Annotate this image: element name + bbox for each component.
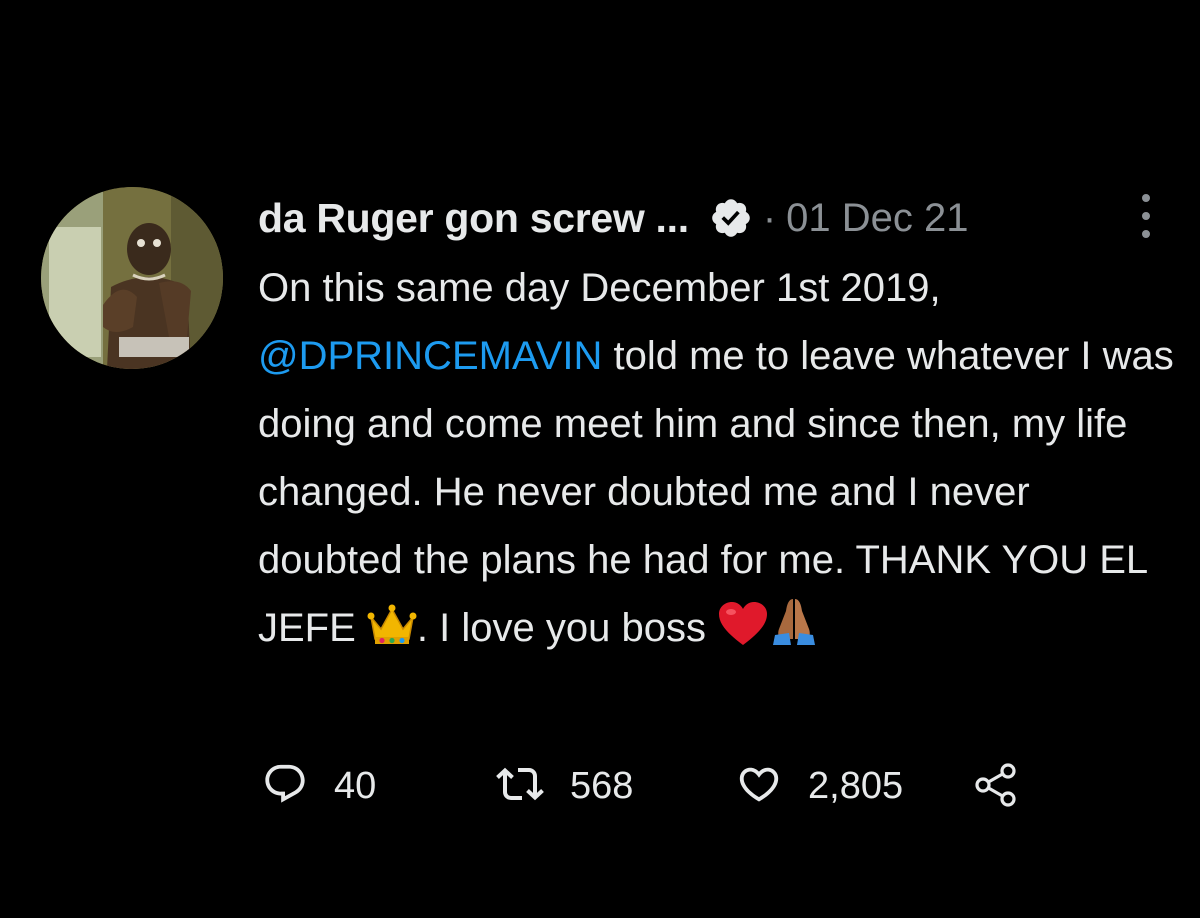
- tweet-header: da Ruger gon screw ... · 01 Dec 21: [258, 190, 969, 246]
- tweet-date[interactable]: 01 Dec 21: [786, 196, 968, 241]
- reply-button[interactable]: 40: [262, 756, 376, 816]
- display-name[interactable]: da Ruger gon screw ...: [258, 195, 689, 242]
- reply-count: 40: [334, 764, 377, 807]
- retweet-count: 568: [570, 764, 634, 807]
- retweet-button[interactable]: 568: [496, 756, 633, 816]
- mention-link[interactable]: @DPRINCEMAVIN: [258, 334, 602, 378]
- avatar[interactable]: [41, 187, 223, 369]
- like-count: 2,805: [808, 764, 904, 807]
- crown-emoji: [367, 600, 417, 668]
- tweet-text-part-1: On this same day December 1st 2019,: [258, 266, 941, 310]
- tweet[interactable]: da Ruger gon screw ... · 01 Dec 21 On th…: [0, 0, 1200, 918]
- reply-icon: [262, 761, 308, 812]
- share-button[interactable]: [972, 756, 1022, 816]
- verified-badge-icon: [709, 196, 753, 240]
- more-options-icon[interactable]: [1134, 194, 1158, 238]
- pray-emoji: [769, 595, 819, 668]
- share-icon: [972, 759, 1022, 814]
- tweet-text: On this same day December 1st 2019, @DPR…: [258, 254, 1178, 668]
- separator-dot: ·: [762, 195, 777, 240]
- heart-emoji: [717, 600, 769, 668]
- tweet-actions: 40 568 2,805: [262, 756, 1042, 816]
- like-button[interactable]: 2,805: [736, 756, 903, 816]
- tweet-text-part-3: . I love you boss: [416, 606, 718, 650]
- heart-icon: [736, 761, 782, 812]
- retweet-icon: [496, 760, 544, 813]
